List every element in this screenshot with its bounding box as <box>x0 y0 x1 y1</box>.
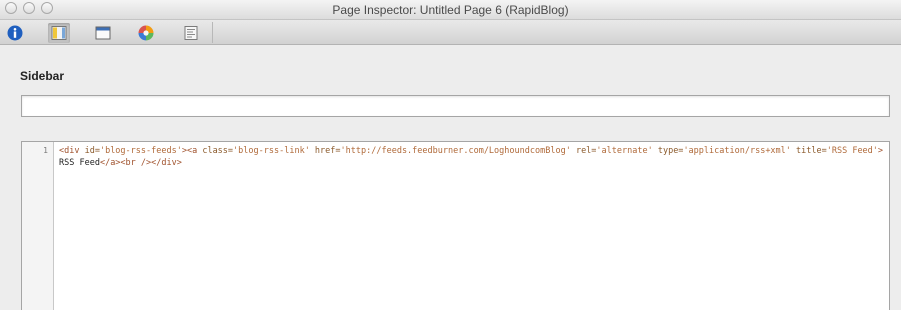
code-token: 'blog-rss-feeds' <box>99 146 182 156</box>
code-token: type= <box>652 146 684 156</box>
code-token: > <box>877 146 884 156</box>
code-token: title= <box>790 146 827 156</box>
html-snippet-icon <box>184 26 198 40</box>
code-token: ><a <box>181 146 203 156</box>
color-tab-button[interactable] <box>135 23 157 43</box>
code-text: RSS Feed <box>59 158 100 168</box>
code-token: 'http://feeds.feedburner.com/Loghoundcom… <box>340 146 571 156</box>
window-tab-button[interactable] <box>92 23 114 43</box>
code-token: 'blog-rss-link' <box>233 146 310 156</box>
code-token: class= <box>202 146 234 156</box>
toolbar-divider <box>212 22 213 43</box>
sidebar-title-field[interactable] <box>21 95 890 117</box>
info-tab-button[interactable] <box>4 23 26 43</box>
code-token: 'application/rss+xml' <box>683 146 791 156</box>
code-token: href= <box>309 146 341 156</box>
color-wheel-icon <box>138 25 154 41</box>
code-token: </a><br /> <box>99 158 152 168</box>
line-number-gutter: 1 <box>22 142 54 310</box>
code-content[interactable]: <div id='blog-rss-feeds'><a class='blog-… <box>59 145 885 169</box>
page-layout-tab-button[interactable] <box>48 23 70 43</box>
sidebar-label: Sidebar <box>20 69 65 83</box>
code-token: rel= <box>570 146 597 156</box>
code-token: 'RSS Feed' <box>826 146 878 156</box>
sidebar-title-input[interactable] <box>22 96 889 116</box>
html-snippet-tab-button[interactable] <box>180 23 202 43</box>
inspector-toolbar <box>0 20 901 45</box>
code-token: id= <box>84 146 100 156</box>
code-token: <div <box>59 146 85 156</box>
window-title: Page Inspector: Untitled Page 6 (RapidBl… <box>332 3 569 17</box>
code-token: </div> <box>151 158 182 168</box>
code-token: 'alternate' <box>596 146 653 156</box>
title-bar: Page Inspector: Untitled Page 6 (RapidBl… <box>0 0 901 20</box>
page-layout-icon <box>51 26 67 40</box>
info-icon <box>7 25 23 41</box>
line-number: 1 <box>43 146 48 155</box>
html-code-editor[interactable]: 1 <div id='blog-rss-feeds'><a class='blo… <box>21 141 890 310</box>
window-icon <box>95 26 111 40</box>
